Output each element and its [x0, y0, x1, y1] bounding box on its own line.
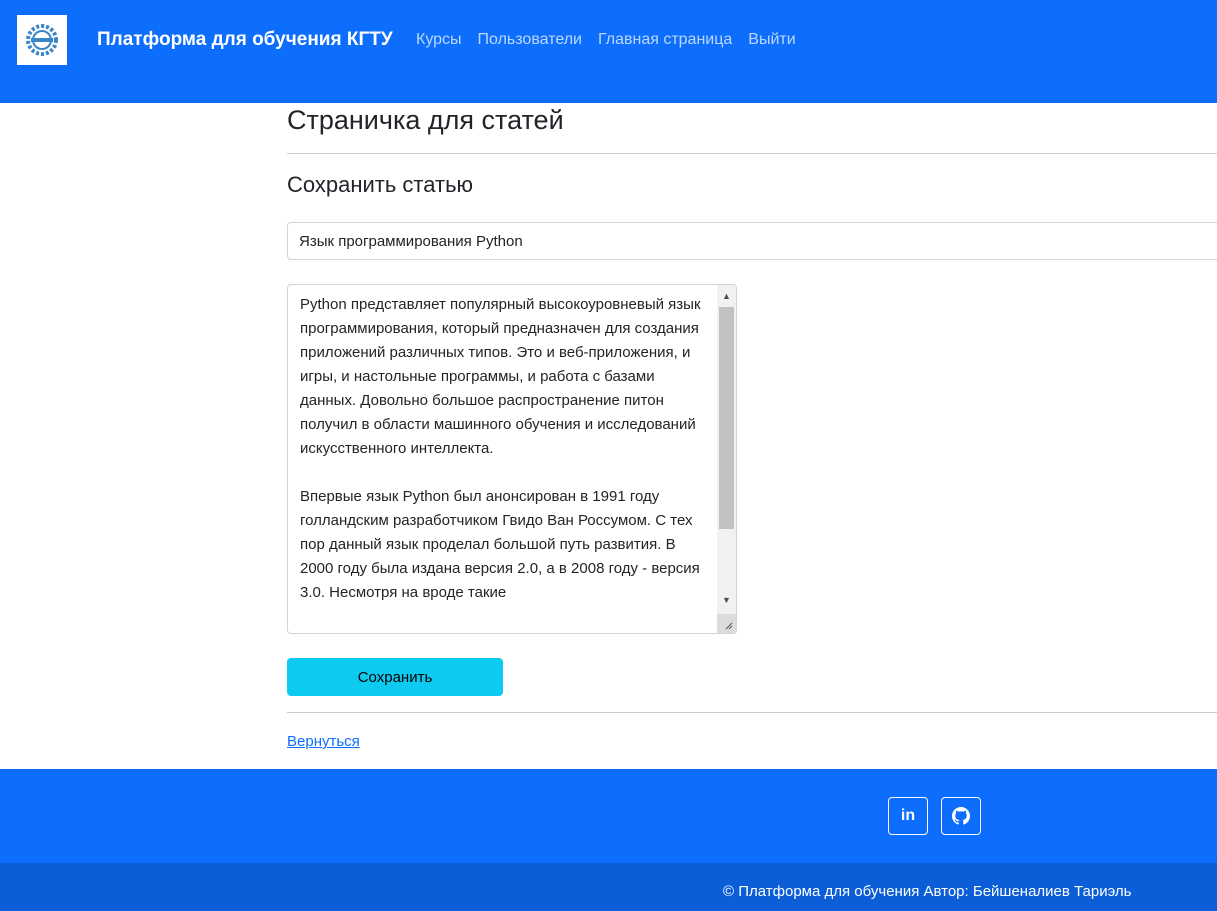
main-nav: Курсы Пользователи Главная страница Выйт… [416, 31, 796, 49]
university-gear-logo-icon [26, 24, 58, 56]
content-paragraph: Python представляет популярный высокоуро… [300, 296, 701, 457]
brand-title[interactable]: Платформа для обучения КГТУ [97, 29, 393, 51]
copyright-text: © Платформа для обучения Автор: Бейшенал… [723, 883, 1132, 900]
save-button[interactable]: Сохранить [287, 658, 503, 696]
divider-bottom [287, 712, 1217, 713]
navbar: Платформа для обучения КГТУ Курсы Пользо… [0, 0, 1217, 103]
university-logo[interactable] [17, 15, 67, 65]
page-title: Страничка для статей [287, 105, 564, 135]
scroll-up-arrow-icon[interactable]: ▲ [717, 287, 736, 304]
nav-users[interactable]: Пользователи [478, 31, 582, 49]
article-content-textarea[interactable]: Python представляет популярный высокоуро… [287, 284, 737, 634]
scroll-down-arrow-icon[interactable]: ▼ [717, 591, 736, 608]
linkedin-icon: in [900, 807, 916, 824]
nav-logout[interactable]: Выйти [748, 31, 795, 49]
nav-courses[interactable]: Курсы [416, 31, 462, 49]
textarea-scrollbar[interactable]: ▲ ▼ [717, 285, 736, 633]
scrollbar-thumb[interactable] [719, 307, 734, 529]
back-link[interactable]: Вернуться [287, 733, 360, 750]
resize-grip-icon[interactable] [717, 614, 736, 633]
section-title: Сохранить статью [287, 172, 474, 197]
footer: in [0, 769, 1217, 863]
divider-top [287, 153, 1217, 154]
article-title-input[interactable] [287, 222, 1217, 260]
nav-home[interactable]: Главная страница [598, 31, 732, 49]
copyright-bar: © Платформа для обучения Автор: Бейшенал… [0, 863, 1217, 911]
github-icon [952, 807, 970, 825]
github-button[interactable] [941, 797, 981, 835]
linkedin-button[interactable]: in [888, 797, 928, 835]
content-paragraph: Впервые язык Python был анонсирован в 19… [300, 488, 700, 601]
article-content-text[interactable]: Python представляет популярный высокоуро… [300, 293, 710, 629]
